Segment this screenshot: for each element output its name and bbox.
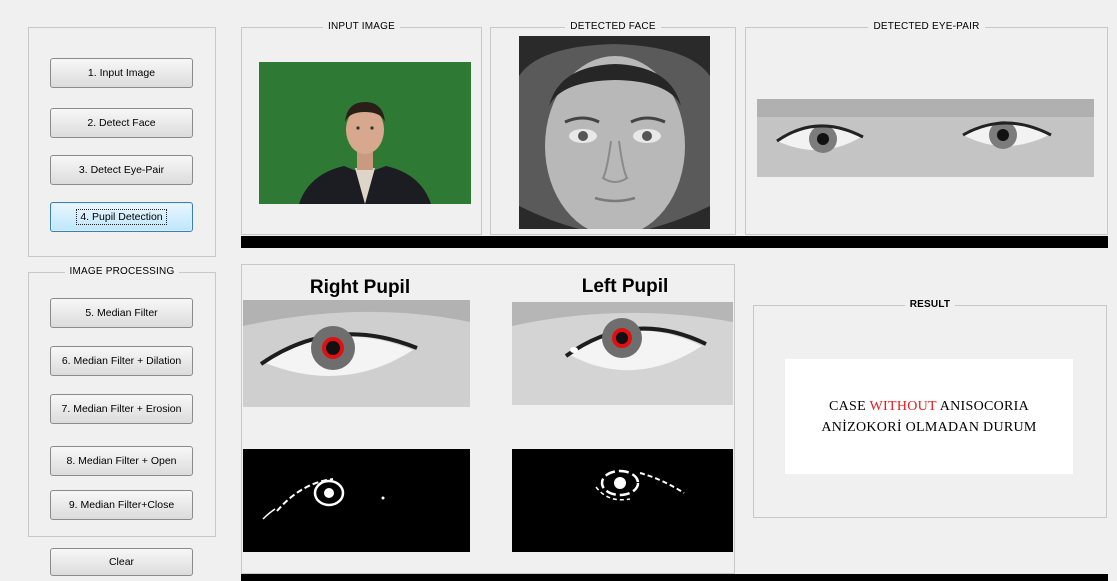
image-processing-title: IMAGE PROCESSING xyxy=(29,266,215,278)
result-line-en-suffix: ANISOCORIA xyxy=(936,398,1030,414)
detected-eye-pair-title: DETECTED EYE-PAIR xyxy=(746,21,1107,33)
result-line-tr: ANİZOKORİ OLMADAN DURUM xyxy=(821,419,1037,435)
right-pupil-title: Right Pupil xyxy=(309,277,411,298)
detected-face-title: DETECTED FACE xyxy=(491,21,735,33)
right-pupil-image xyxy=(243,300,470,407)
detect-eye-pair-button-label: 3. Detect Eye-Pair xyxy=(78,164,165,176)
pupil-detection-button-label: 4. Pupil Detection xyxy=(76,209,167,225)
left-pupil-title: Left Pupil xyxy=(581,276,669,297)
result-highlight: WITHOUT xyxy=(869,398,937,414)
left-binary-image xyxy=(512,449,733,552)
input-image xyxy=(259,62,471,204)
clear-button[interactable]: Clear xyxy=(50,548,193,576)
median-erosion-button[interactable]: 7. Median Filter + Erosion xyxy=(50,394,193,424)
median-filter-button-label: 5. Median Filter xyxy=(85,307,158,319)
median-dilation-button-label: 6. Median Filter + Dilation xyxy=(61,355,182,367)
detected-face-image xyxy=(519,36,710,229)
input-image-button[interactable]: 1. Input Image xyxy=(50,58,193,88)
right-binary-image xyxy=(243,449,470,552)
input-image-button-label: 1. Input Image xyxy=(87,67,156,79)
detected-eye-pair-image xyxy=(757,99,1094,177)
median-erosion-button-label: 7. Median Filter + Erosion xyxy=(61,403,182,415)
median-close-button-label: 9. Median Filter+Close xyxy=(68,499,175,511)
input-image-title: INPUT IMAGE xyxy=(242,21,481,33)
result-display: CASE WITHOUT ANISOCORIA ANİZOKORİ OLMADA… xyxy=(785,359,1073,474)
detect-face-button-label: 2. Detect Face xyxy=(87,117,156,129)
pupil-detection-button[interactable]: 4. Pupil Detection xyxy=(50,202,193,232)
bottom-divider-bar xyxy=(241,574,1108,581)
left-pupil-image xyxy=(512,302,733,405)
median-open-button-label: 8. Median Filter + Open xyxy=(66,455,177,467)
clear-button-label: Clear xyxy=(108,556,135,568)
result-line-en-prefix: CASE xyxy=(828,398,870,414)
result-line-en: CASE WITHOUT ANISOCORIA xyxy=(829,396,1029,417)
median-dilation-button[interactable]: 6. Median Filter + Dilation xyxy=(50,346,193,376)
median-open-button[interactable]: 8. Median Filter + Open xyxy=(50,446,193,476)
detect-eye-pair-button[interactable]: 3. Detect Eye-Pair xyxy=(50,155,193,185)
top-divider-bar xyxy=(241,236,1108,248)
median-close-button[interactable]: 9. Median Filter+Close xyxy=(50,490,193,520)
result-title: RESULT xyxy=(754,299,1106,311)
median-filter-button[interactable]: 5. Median Filter xyxy=(50,298,193,328)
detect-face-button[interactable]: 2. Detect Face xyxy=(50,108,193,138)
